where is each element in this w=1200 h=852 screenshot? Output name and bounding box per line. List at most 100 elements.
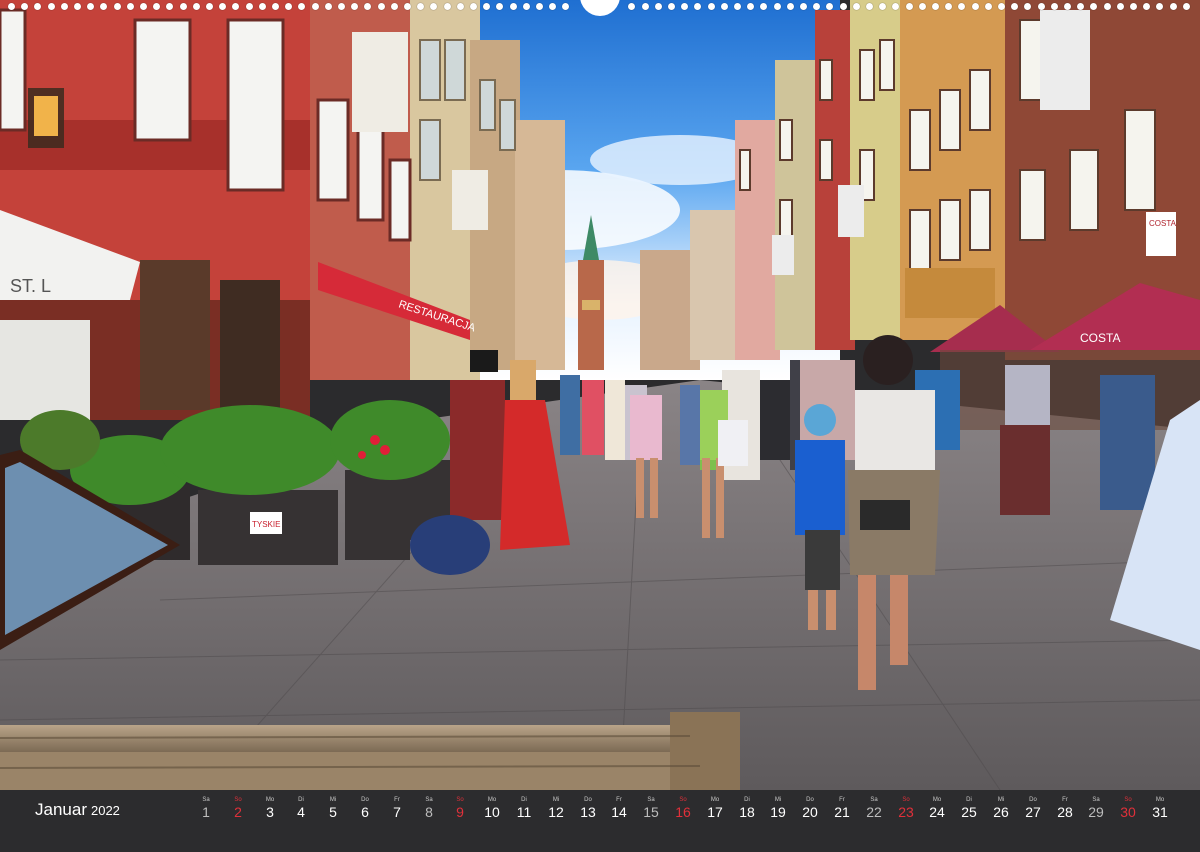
costa-wall-sign: COSTA <box>1149 219 1177 228</box>
binding-hole <box>760 3 767 10</box>
binding-hole <box>496 3 503 10</box>
day-number: 30 <box>1120 804 1136 820</box>
day-number: 26 <box>993 804 1009 820</box>
binding-hole <box>1011 3 1018 10</box>
day-cell: Fr 28 <box>1051 796 1079 820</box>
weekday-label: So <box>679 797 687 803</box>
binding-hole <box>114 3 121 10</box>
weekday-label: Mi <box>552 797 560 803</box>
binding-hole <box>866 3 873 10</box>
weekday-label: Do <box>1029 797 1037 803</box>
binding-hole <box>708 3 715 10</box>
weekday-label: Fr <box>1062 797 1068 803</box>
binding-hole <box>1170 3 1177 10</box>
binding-hole <box>985 3 992 10</box>
binding-hole <box>628 3 635 10</box>
day-cell: Mo 17 <box>701 796 729 820</box>
binding-hole <box>74 3 81 10</box>
binding-hole <box>879 3 886 10</box>
binding-hole <box>945 3 952 10</box>
day-number: 19 <box>770 804 786 820</box>
day-number: 8 <box>425 804 433 820</box>
year-label: 2022 <box>90 803 120 818</box>
weekday-label: Di <box>298 797 304 803</box>
spiral-binding <box>0 0 1200 18</box>
day-cell: Mo 3 <box>256 796 284 820</box>
day-cell: Di 4 <box>287 796 315 820</box>
day-cell: Mi 19 <box>764 796 792 820</box>
binding-hole <box>457 3 464 10</box>
tyskie-sign: TYSKIE <box>252 520 280 529</box>
binding-hole <box>391 3 398 10</box>
binding-hole <box>813 3 820 10</box>
binding-hole <box>853 3 860 10</box>
binding-hole <box>417 3 424 10</box>
binding-hole <box>734 3 741 10</box>
binding-hole <box>34 3 41 10</box>
binding-hole <box>562 3 569 10</box>
binding-hole <box>259 3 266 10</box>
binding-hole <box>919 3 926 10</box>
binding-hole <box>1183 3 1190 10</box>
weekday-label: So <box>1124 797 1132 803</box>
binding-hole <box>721 3 728 10</box>
binding-hole <box>932 3 939 10</box>
binding-hole <box>826 3 833 10</box>
binding-hole <box>351 3 358 10</box>
binding-hole <box>1051 3 1058 10</box>
day-cell: Do 27 <box>1019 796 1047 820</box>
binding-hole <box>180 3 187 10</box>
binding-hole <box>193 3 200 10</box>
day-number: 27 <box>1025 804 1041 820</box>
binding-hole <box>1130 3 1137 10</box>
binding-hole <box>1090 3 1097 10</box>
binding-hole <box>87 3 94 10</box>
binding-hole <box>140 3 147 10</box>
weekday-label: Di <box>966 797 972 803</box>
day-number: 25 <box>961 804 977 820</box>
day-number: 7 <box>393 804 401 820</box>
weekday-label: Mi <box>774 797 782 803</box>
day-number: 15 <box>643 804 659 820</box>
weekday-label: Do <box>361 797 369 803</box>
binding-hole <box>483 3 490 10</box>
day-number: 3 <box>266 804 274 820</box>
binding-hole <box>8 3 15 10</box>
day-cell: Di 11 <box>510 796 538 820</box>
weekday-label: So <box>456 797 464 803</box>
shop-sign: ST. L <box>10 276 51 296</box>
day-number: 29 <box>1088 804 1104 820</box>
binding-hole <box>1104 3 1111 10</box>
day-cell: Fr 21 <box>828 796 856 820</box>
binding-hole <box>1156 3 1163 10</box>
weekday-label: Mi <box>329 797 337 803</box>
binding-hole <box>1038 3 1045 10</box>
day-number: 22 <box>866 804 882 820</box>
day-cell: Fr 7 <box>383 796 411 820</box>
binding-hole <box>668 3 675 10</box>
binding-hole <box>800 3 807 10</box>
weekday-label: Fr <box>394 797 400 803</box>
binding-hole <box>681 3 688 10</box>
weekday-label: Mo <box>265 797 275 803</box>
binding-hole <box>21 3 28 10</box>
day-cell: So 30 <box>1114 796 1142 820</box>
binding-hole <box>61 3 68 10</box>
weekday-label: Di <box>521 797 527 803</box>
day-cell: So 2 <box>224 796 252 820</box>
weekday-label: So <box>234 797 242 803</box>
day-cell: Fr 14 <box>605 796 633 820</box>
binding-hole <box>206 3 213 10</box>
binding-hole <box>840 3 847 10</box>
day-number: 4 <box>297 804 305 820</box>
binding-hole <box>430 3 437 10</box>
binding-hole <box>364 3 371 10</box>
day-cell: Sa 8 <box>415 796 443 820</box>
month-name: Januar <box>35 800 87 819</box>
binding-hole <box>1143 3 1150 10</box>
binding-hole <box>285 3 292 10</box>
weekday-label: Sa <box>870 797 878 803</box>
day-cell: Sa 15 <box>637 796 665 820</box>
day-number: 18 <box>739 804 755 820</box>
binding-hole <box>510 3 517 10</box>
